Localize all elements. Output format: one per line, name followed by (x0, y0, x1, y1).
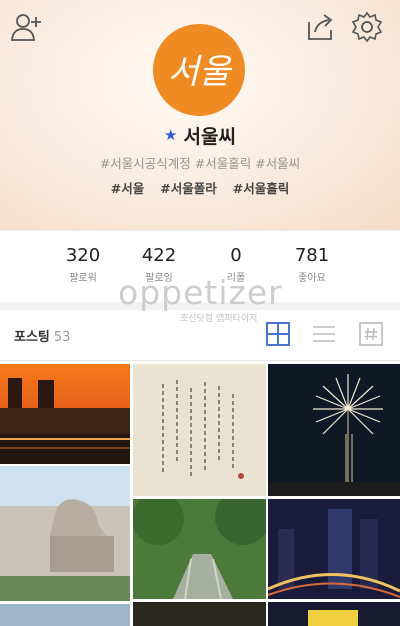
photo-tile-partial[interactable] (268, 602, 400, 626)
hashtag-link[interactable]: #서울 (111, 178, 144, 196)
stat-value: 422 (141, 245, 177, 266)
photo-grid (0, 364, 400, 626)
logo-text: 서울 (168, 52, 233, 92)
hashtags-line-2: #서울 #서울폴라 #서울흘릭 (0, 178, 400, 196)
watermark-subtext: 조선닷컴 앱피타이저 (180, 314, 258, 324)
share-icon[interactable] (303, 10, 337, 44)
profile-header: 서울 ★ 서울씨 #서울시공식계정 #서울흘릭 #서울씨 #서울 #서울폴라 #… (0, 0, 400, 230)
profile-name: 서울씨 (183, 125, 236, 148)
hashtag-view-icon[interactable] (358, 321, 384, 347)
fireworks-photo[interactable] (268, 364, 400, 496)
photo-tile-partial[interactable] (133, 602, 266, 626)
posts-label-text: 포스팅 (14, 330, 50, 345)
stat-value: 320 (65, 245, 101, 266)
garden-stream-photo[interactable] (133, 499, 266, 599)
hashtag-link[interactable]: #서울흘릭 (233, 178, 289, 196)
verified-star-icon: ★ (164, 126, 178, 144)
haechi-statue-photo[interactable] (0, 466, 130, 601)
posts-count: 53 (53, 330, 71, 345)
add-friend-icon[interactable] (10, 10, 44, 44)
posts-label: 포스팅 53 (14, 326, 70, 345)
watermark: oppetizer 조선닷컴 앱피타이저 (118, 276, 298, 326)
calligraphy-photo[interactable] (133, 364, 266, 496)
stat-value: 781 (294, 245, 330, 266)
city-sunset-photo[interactable] (0, 364, 130, 464)
stat-value: 0 (230, 245, 242, 266)
photo-tile-partial[interactable] (0, 604, 130, 626)
hashtags-line-1: #서울시공식계정 #서울흘릭 #서울씨 (99, 156, 301, 171)
list-view-icon[interactable] (311, 321, 337, 347)
seoul-logo: 서울 (153, 24, 245, 116)
profile-name-row: ★ 서울씨 (0, 122, 400, 148)
night-city-photo[interactable] (268, 499, 400, 599)
watermark-text: oppetizer (118, 273, 283, 312)
stat-label: 팔로워 (69, 273, 97, 284)
settings-icon[interactable] (350, 10, 384, 44)
hashtag-link[interactable]: #서울폴라 (160, 178, 216, 196)
stat-followers[interactable]: 320 팔로워 (43, 245, 123, 284)
